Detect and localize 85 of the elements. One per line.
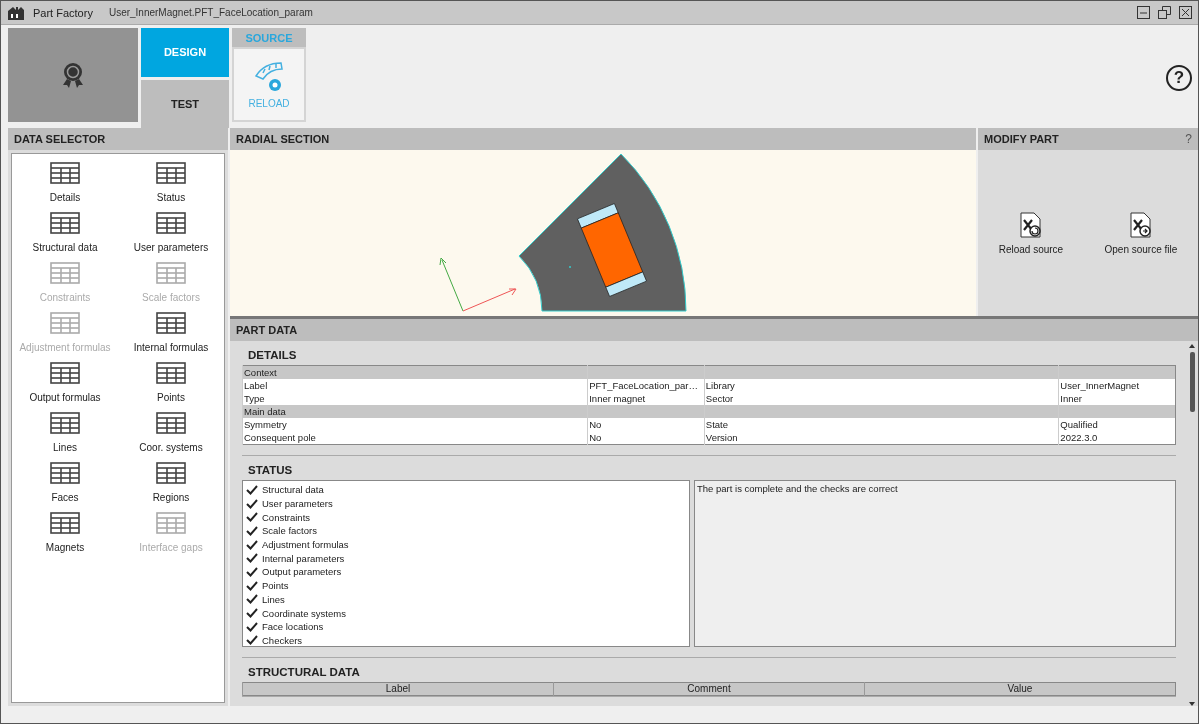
table-icon [156,262,186,284]
status-item: Scale factors [262,525,317,537]
panel-title: PART DATA [230,319,1198,341]
data-selector-item[interactable]: Magnets [12,512,118,562]
column-header: Label [242,682,554,696]
panel-title: MODIFY PART [984,133,1060,145]
data-selector-item[interactable]: Output formulas [12,362,118,412]
x-axis-arrow [462,288,517,312]
sector-reload-icon [253,60,285,94]
panel-title: DATA SELECTOR [8,128,228,150]
award-icon [61,61,85,89]
file-reload-icon [1019,211,1042,238]
table-cell: PFT_FaceLocation_par… [587,379,705,392]
table-icon [50,362,80,384]
table-cell: No [587,418,705,431]
table-icon [50,412,80,434]
data-selector-item[interactable]: Regions [118,462,224,512]
column-header: Comment [553,682,865,696]
panel-title: RADIAL SECTION [230,128,976,150]
restore-icon[interactable] [1158,6,1171,19]
source-group-label: SOURCE [232,28,306,47]
table-icon [50,462,80,484]
window-title: User_InnerMagnet.PFT_FaceLocation_param [108,7,313,18]
table-icon [156,162,186,184]
file-open-icon [1129,211,1152,238]
table-cell: Library [704,379,1059,392]
status-item: Points [262,580,289,592]
minimize-icon[interactable] [1137,6,1150,19]
status-item: Checkers [262,634,303,646]
status-item: Adjustment formulas [262,539,349,551]
column-header: Value [864,682,1176,696]
table-icon [156,412,186,434]
table-icon [50,262,80,284]
data-selector-item[interactable]: Details [12,162,118,212]
table-icon [50,212,80,234]
table-cell: Qualified [1058,418,1176,431]
data-selector-item[interactable]: Internal formulas [118,312,224,362]
scroll-up-icon[interactable] [1189,344,1195,348]
data-selector-item[interactable]: Status [118,162,224,212]
status-item: Structural data [262,484,324,496]
data-selector-item[interactable]: User parameters [118,212,224,262]
app-name: Part Factory [33,6,93,19]
table-cell: Context [242,365,588,379]
table-cell: State [704,418,1059,431]
table-icon [156,512,186,534]
table-icon [156,462,186,484]
table-icon [156,212,186,234]
section-title: STATUS [247,463,294,478]
data-selector-item[interactable]: Lines [12,412,118,462]
section-title: DETAILS [247,348,298,363]
data-selector-item[interactable]: Coor. systems [118,412,224,462]
table-icon [50,312,80,334]
table-cell: Symmetry [242,418,588,431]
table-cell: User_InnerMagnet [1058,379,1176,392]
status-item: User parameters [262,498,333,510]
table-cell: Version [704,431,1059,445]
section-title: STRUCTURAL DATA [247,665,361,680]
factory-icon [7,4,25,21]
status-item: Constraints [262,511,311,523]
table-icon [156,362,186,384]
table-cell: 2022.3.0 [1058,431,1176,445]
table-icon [50,162,80,184]
status-item: Output parameters [262,566,342,578]
data-selector-item[interactable]: Points [118,362,224,412]
status-item: Internal parameters [262,552,345,564]
help-button[interactable]: ? [1166,65,1192,91]
data-selector-item[interactable]: Structural data [12,212,118,262]
status-item: Coordinate systems [262,607,346,619]
table-cell: Main data [242,405,588,418]
data-selector-item[interactable]: Faces [12,462,118,512]
source-action-button[interactable]: Open source file [1104,211,1178,255]
table-cell: Label [242,379,588,392]
table-cell: Consequent pole [242,431,588,445]
table-icon [50,512,80,534]
y-axis-arrow [439,257,464,312]
status-item: Lines [262,593,285,605]
table-cell: No [587,431,705,445]
status-item: Face locations [262,621,324,633]
mode-tab[interactable]: TEST [141,79,229,128]
scroll-down-icon[interactable] [1189,702,1195,706]
status-message: The part is complete and the checks are correct [694,480,1176,647]
table-icon [156,312,186,334]
close-icon[interactable] [1179,6,1192,19]
source-action-button[interactable]: Reload source [998,211,1064,255]
help-icon[interactable]: ? [1185,132,1192,146]
